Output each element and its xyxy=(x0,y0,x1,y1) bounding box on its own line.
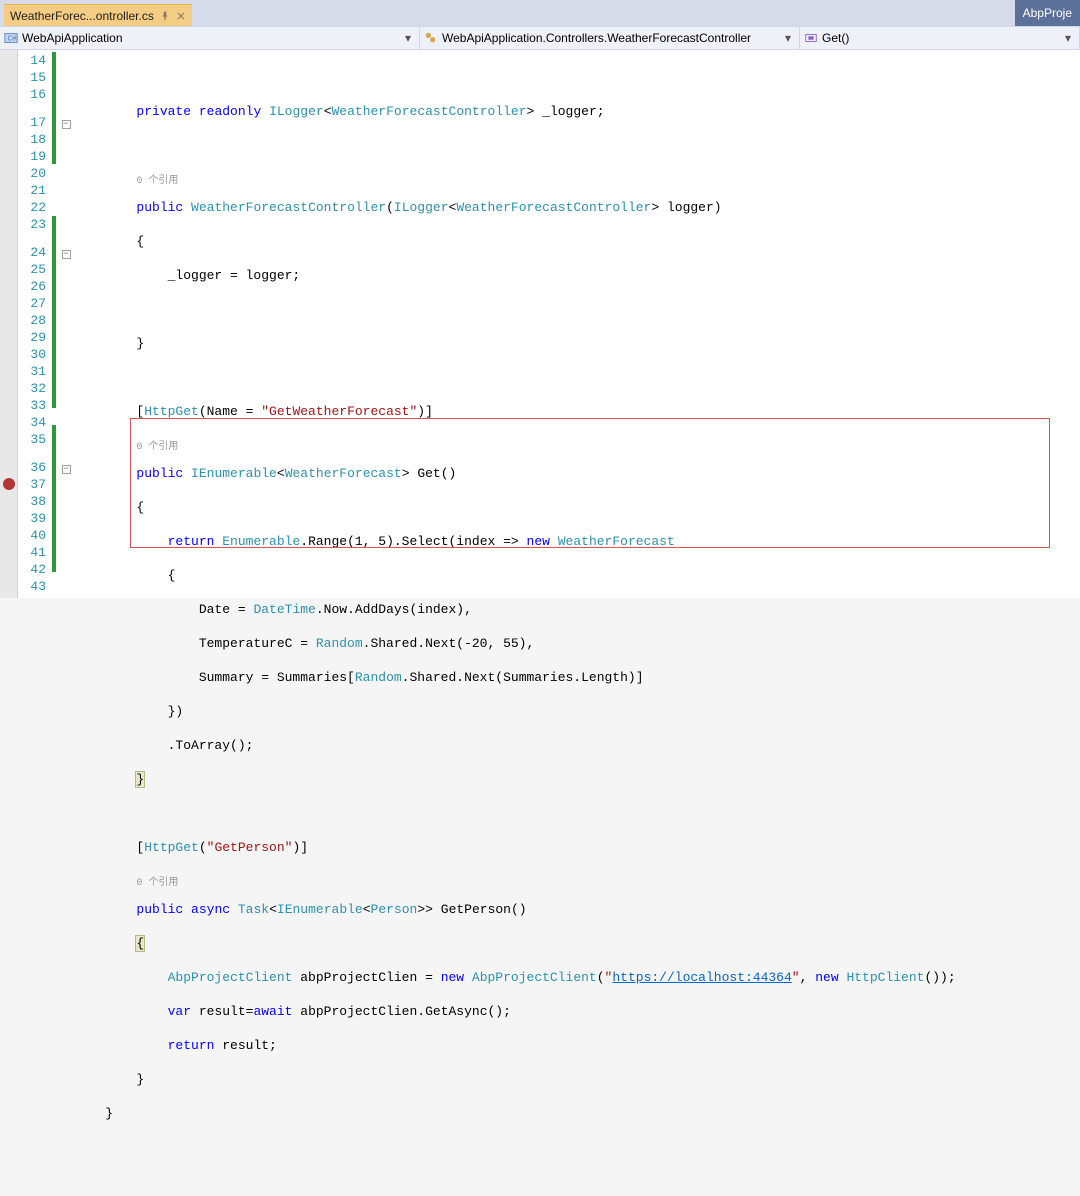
fold-toggle-icon[interactable]: − xyxy=(62,120,71,129)
code-line: var result=await abpProjectClien.GetAsyn… xyxy=(74,1003,1080,1020)
line-number: 29 xyxy=(18,329,46,346)
code-line xyxy=(74,137,1080,154)
scope-class[interactable]: WebApiApplication.Controllers.WeatherFor… xyxy=(420,27,800,49)
csharp-project-icon: C# xyxy=(4,31,18,45)
code-line: [HttpGet("GetPerson")] xyxy=(74,839,1080,856)
line-number-column: 14 15 16 17 18 19 20 21 22 23 24 25 26 2… xyxy=(18,50,52,598)
fold-toggle-icon[interactable]: − xyxy=(62,250,71,259)
line-number: 19 xyxy=(18,148,46,165)
change-mark xyxy=(52,104,56,164)
code-line: public IEnumerable<WeatherForecast> Get(… xyxy=(74,465,1080,482)
breakpoint-column[interactable] xyxy=(0,50,18,598)
change-indicator-column xyxy=(52,50,58,598)
scope-project[interactable]: C# WebApiApplication ▾ xyxy=(0,27,420,49)
code-line: { xyxy=(74,567,1080,584)
file-tab[interactable]: WeatherForec...ontroller.cs xyxy=(4,4,192,26)
chevron-down-icon[interactable]: ▾ xyxy=(781,31,795,45)
line-number: 26 xyxy=(18,278,46,295)
close-icon[interactable] xyxy=(176,11,186,21)
line-number: 24 xyxy=(18,233,46,261)
tab-title: WeatherForec...ontroller.cs xyxy=(10,9,154,23)
line-number: 43 xyxy=(18,578,46,595)
code-line: TemperatureC = Random.Shared.Next(-20, 5… xyxy=(74,635,1080,652)
line-number: 18 xyxy=(18,131,46,148)
line-number: 32 xyxy=(18,380,46,397)
line-number: 35 xyxy=(18,431,46,448)
navigation-bar: C# WebApiApplication ▾ WebApiApplication… xyxy=(0,26,1080,50)
code-area[interactable]: private readonly ILogger<WeatherForecast… xyxy=(74,50,1080,598)
code-line: } xyxy=(74,335,1080,352)
code-line: } xyxy=(74,1071,1080,1088)
code-line: return result; xyxy=(74,1037,1080,1054)
code-reference-hint[interactable]: 0 个引用 xyxy=(74,873,1080,884)
code-line: .ToArray(); xyxy=(74,737,1080,754)
code-line: { xyxy=(74,233,1080,250)
code-line xyxy=(74,805,1080,822)
scope-method-label: Get() xyxy=(822,31,849,45)
line-number: 14 xyxy=(18,52,46,69)
code-editor[interactable]: 14 15 16 17 18 19 20 21 22 23 24 25 26 2… xyxy=(0,50,1080,598)
code-line xyxy=(74,301,1080,318)
code-line: private readonly ILogger<WeatherForecast… xyxy=(74,103,1080,120)
line-number: 39 xyxy=(18,510,46,527)
line-number: 34 xyxy=(18,414,46,431)
code-line: public WeatherForecastController(ILogger… xyxy=(74,199,1080,216)
line-number: 23 xyxy=(18,216,46,233)
line-number: 21 xyxy=(18,182,46,199)
right-panel-tab[interactable]: AbpProje xyxy=(1015,0,1080,26)
scope-project-label: WebApiApplication xyxy=(22,31,123,45)
code-line xyxy=(74,369,1080,386)
code-line: public async Task<IEnumerable<Person>> G… xyxy=(74,901,1080,918)
code-reference-hint[interactable]: 0 个引用 xyxy=(74,437,1080,448)
line-number: 31 xyxy=(18,363,46,380)
code-line: Date = DateTime.Now.AddDays(index), xyxy=(74,601,1080,618)
chevron-down-icon[interactable]: ▾ xyxy=(1061,31,1075,45)
fold-toggle-icon[interactable]: − xyxy=(62,465,71,474)
line-number: 30 xyxy=(18,346,46,363)
code-reference-hint[interactable]: 0 个引用 xyxy=(74,171,1080,182)
line-number: 38 xyxy=(18,493,46,510)
line-number: 33 xyxy=(18,397,46,414)
line-number: 41 xyxy=(18,544,46,561)
code-line: } xyxy=(74,771,1080,788)
code-line xyxy=(74,69,1080,86)
svg-text:C#: C# xyxy=(8,36,17,43)
line-number: 17 xyxy=(18,103,46,131)
line-number: 15 xyxy=(18,69,46,86)
chevron-down-icon[interactable]: ▾ xyxy=(401,31,415,45)
code-line: { xyxy=(74,499,1080,516)
line-number: 28 xyxy=(18,312,46,329)
line-number: 27 xyxy=(18,295,46,312)
fold-column[interactable]: − − − xyxy=(58,50,74,598)
code-line xyxy=(74,1139,1080,1156)
line-number: 42 xyxy=(18,561,46,578)
change-mark xyxy=(52,425,56,572)
line-number: 40 xyxy=(18,527,46,544)
change-mark xyxy=(52,216,56,408)
pin-icon[interactable] xyxy=(160,11,170,21)
line-number: 20 xyxy=(18,165,46,182)
code-line: [HttpGet(Name = "GetWeatherForecast")] xyxy=(74,403,1080,420)
code-line: }) xyxy=(74,703,1080,720)
code-line: AbpProjectClient abpProjectClien = new A… xyxy=(74,969,1080,986)
line-number: 36 xyxy=(18,448,46,476)
code-line: return Enumerable.Range(1, 5).Select(ind… xyxy=(74,533,1080,550)
scope-class-label: WebApiApplication.Controllers.WeatherFor… xyxy=(442,31,751,45)
code-line: Summary = Summaries[Random.Shared.Next(S… xyxy=(74,669,1080,686)
code-line: _logger = logger; xyxy=(74,267,1080,284)
line-number: 22 xyxy=(18,199,46,216)
code-line: } xyxy=(74,1105,1080,1122)
class-icon xyxy=(424,31,438,45)
tab-bar: WeatherForec...ontroller.cs AbpProje xyxy=(0,0,1080,26)
breakpoint-marker[interactable] xyxy=(3,478,15,490)
gutter: 14 15 16 17 18 19 20 21 22 23 24 25 26 2… xyxy=(0,50,74,598)
change-mark xyxy=(52,52,56,104)
method-icon xyxy=(804,31,818,45)
line-number: 37 xyxy=(18,476,46,493)
line-number: 25 xyxy=(18,261,46,278)
line-number: 16 xyxy=(18,86,46,103)
scope-method[interactable]: Get() ▾ xyxy=(800,27,1080,49)
code-line: { xyxy=(74,935,1080,952)
